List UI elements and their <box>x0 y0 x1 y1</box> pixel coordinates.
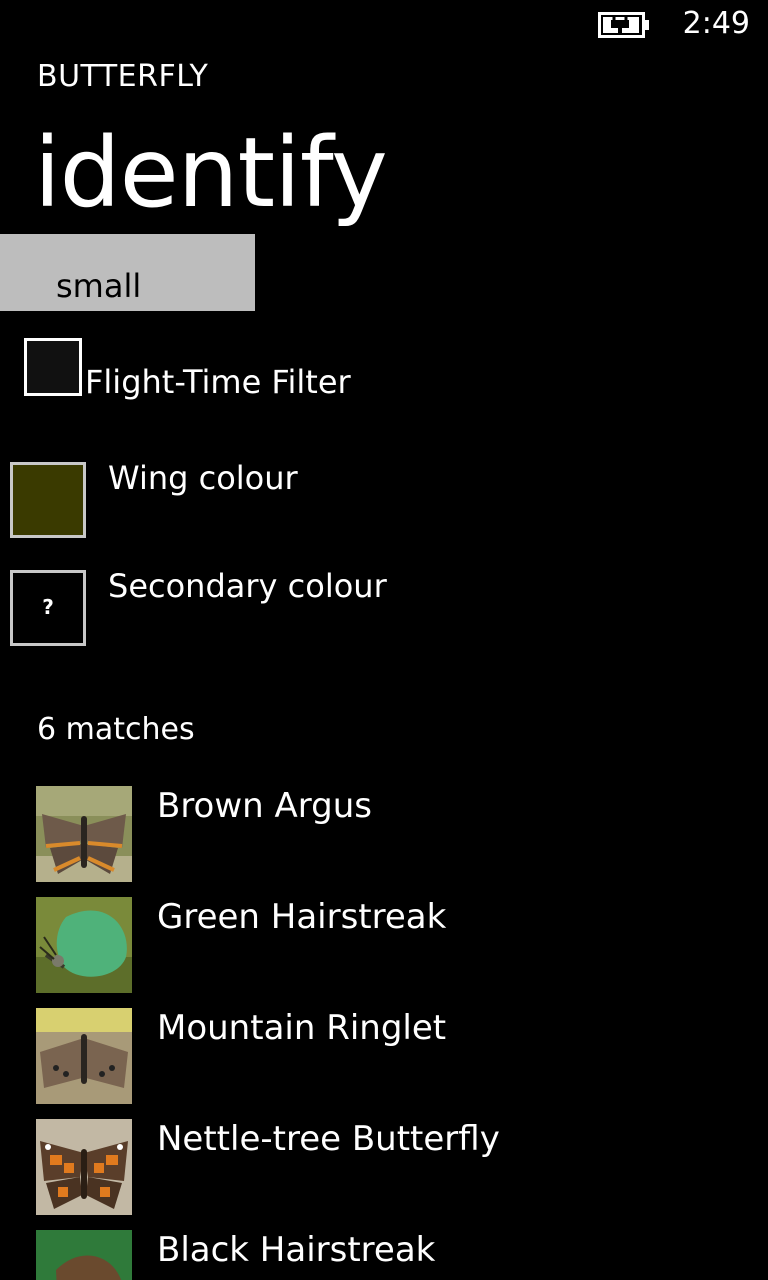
status-bar: 2:49 <box>0 0 768 50</box>
size-picker-value: small <box>56 267 142 305</box>
list-item[interactable]: Nettle-tree Butterfly <box>0 1118 768 1229</box>
result-name: Brown Argus <box>157 786 373 826</box>
battery-charging-icon <box>598 12 649 38</box>
mountain-ringlet-thumbnail <box>36 1008 132 1104</box>
list-item[interactable]: Black Hairstreak <box>0 1229 768 1280</box>
list-item[interactable]: Green Hairstreak <box>0 896 768 1007</box>
list-item[interactable]: Mountain Ringlet <box>0 1007 768 1118</box>
page-title: identify <box>34 117 388 229</box>
size-picker[interactable]: small <box>0 234 255 311</box>
wing-colour-swatch[interactable] <box>10 462 86 538</box>
result-name: Mountain Ringlet <box>157 1008 447 1048</box>
match-count: 6 matches <box>37 712 195 747</box>
result-name: Green Hairstreak <box>157 897 447 937</box>
brown-argus-thumbnail <box>36 786 132 882</box>
result-name: Nettle-tree Butterfly <box>157 1119 500 1159</box>
secondary-colour-swatch[interactable]: ? <box>10 570 86 646</box>
wing-colour-label: Wing colour <box>108 459 298 497</box>
black-hairstreak-thumbnail <box>36 1230 132 1280</box>
results-list: Brown Argus Green Hairstreak Mountain Ri… <box>0 785 768 1280</box>
nettle-tree-butterfly-thumbnail <box>36 1119 132 1215</box>
clock: 2:49 <box>682 6 750 41</box>
unknown-colour-icon: ? <box>42 595 54 619</box>
result-name: Black Hairstreak <box>157 1230 436 1270</box>
green-hairstreak-thumbnail <box>36 897 132 993</box>
list-item[interactable]: Brown Argus <box>0 785 768 896</box>
app-name: BUTTERFLY <box>37 59 209 94</box>
flight-time-filter-checkbox[interactable]: Flight-Time Filter <box>22 336 442 406</box>
secondary-colour-label: Secondary colour <box>108 567 387 605</box>
checkbox-box[interactable] <box>24 338 82 396</box>
flight-time-filter-label: Flight-Time Filter <box>85 363 351 401</box>
